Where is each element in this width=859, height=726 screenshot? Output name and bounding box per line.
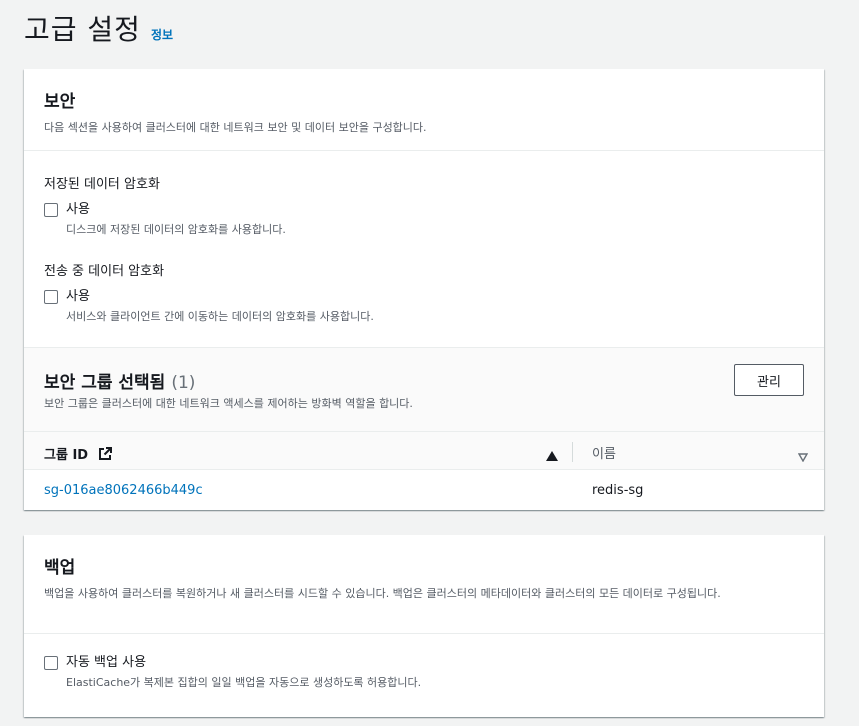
column-separator[interactable] — [572, 442, 573, 462]
encryption-in-transit-checkbox-label[interactable]: 사용 — [66, 289, 374, 305]
page-header: 고급 설정 정보 — [24, 8, 173, 48]
backup-panel-header: 백업 백업을 사용하여 클러스터를 복원하거나 새 클러스터를 시드할 수 있습… — [24, 535, 824, 601]
column-header-name[interactable]: 이름 — [592, 443, 616, 462]
column-header-group-id[interactable]: 그룹 ID — [44, 444, 113, 463]
security-group-name: redis-sg — [592, 483, 644, 498]
table-row: sg-016ae8062466b449c redis-sg — [24, 470, 824, 510]
divider — [24, 150, 824, 151]
auto-backup-checkbox[interactable] — [44, 656, 58, 670]
security-groups-header: 보안 그룹 선택됨 (1) 보안 그룹은 클러스터에 대한 네트워크 액세스를 … — [24, 347, 824, 431]
security-groups-description: 보안 그룹은 클러스터에 대한 네트워크 액세스를 제어하는 방화벽 역할을 합… — [44, 397, 413, 410]
external-link-icon[interactable] — [98, 446, 113, 461]
info-link[interactable]: 정보 — [151, 26, 173, 43]
encryption-in-transit-checkbox-desc: 서비스와 클라이언트 간에 이동하는 데이터의 암호화를 사용합니다. — [66, 310, 374, 323]
encryption-at-rest-checkbox-desc: 디스크에 저장된 데이터의 암호화를 사용합니다. — [66, 223, 286, 236]
encryption-in-transit-option[interactable]: 사용 서비스와 클라이언트 간에 이동하는 데이터의 암호화를 사용합니다. — [44, 289, 374, 324]
security-groups-title-row: 보안 그룹 선택됨 (1) — [44, 368, 195, 393]
table-header: 그룹 ID 이름 — [24, 431, 824, 470]
backup-panel: 백업 백업을 사용하여 클러스터를 복원하거나 새 클러스터를 시드할 수 있습… — [24, 535, 824, 717]
page-title: 고급 설정 — [24, 13, 141, 46]
security-group-id-link[interactable]: sg-016ae8062466b449c — [44, 483, 203, 498]
sort-descending-icon[interactable] — [797, 447, 809, 463]
auto-backup-field: 자동 백업 사용 ElastiCache가 복제본 집합의 일일 백업을 자동으… — [44, 645, 421, 690]
security-groups-title: 보안 그룹 선택됨 — [44, 373, 166, 393]
security-description: 다음 섹션을 사용하여 클러스터에 대한 네트워크 보안 및 데이터 보안을 구… — [44, 121, 427, 134]
security-title: 보안 — [44, 92, 76, 112]
security-panel-header: 보안 다음 섹션을 사용하여 클러스터에 대한 네트워크 보안 및 데이터 보안… — [24, 69, 824, 135]
security-groups-count: (1) — [171, 373, 196, 393]
auto-backup-checkbox-label[interactable]: 자동 백업 사용 — [66, 655, 421, 671]
column-header-group-id-label[interactable]: 그룹 ID — [44, 444, 88, 463]
auto-backup-checkbox-desc: ElastiCache가 복제본 집합의 일일 백업을 자동으로 생성하도록 허… — [66, 676, 422, 689]
encryption-in-transit-label: 전송 중 데이터 암호화 — [44, 264, 165, 279]
manage-button[interactable]: 관리 — [734, 364, 804, 396]
divider — [24, 633, 824, 634]
encryption-at-rest-option[interactable]: 사용 디스크에 저장된 데이터의 암호화를 사용합니다. — [44, 202, 286, 237]
backup-description: 백업을 사용하여 클러스터를 복원하거나 새 클러스터를 시드할 수 있습니다.… — [44, 587, 721, 600]
auto-backup-option[interactable]: 자동 백업 사용 ElastiCache가 복제본 집합의 일일 백업을 자동으… — [44, 655, 421, 690]
backup-title: 백업 — [44, 558, 76, 578]
encryption-at-rest-checkbox[interactable] — [44, 203, 58, 217]
encryption-at-rest-label: 저장된 데이터 암호화 — [44, 177, 160, 192]
security-panel: 보안 다음 섹션을 사용하여 클러스터에 대한 네트워크 보안 및 데이터 보안… — [24, 69, 824, 510]
encryption-at-rest-checkbox-label[interactable]: 사용 — [66, 202, 286, 218]
sort-ascending-icon[interactable] — [546, 446, 558, 461]
encryption-at-rest-field: 저장된 데이터 암호화 사용 디스크에 저장된 데이터의 암호화를 사용합니다. — [44, 173, 286, 237]
encryption-in-transit-checkbox[interactable] — [44, 290, 58, 304]
encryption-in-transit-field: 전송 중 데이터 암호화 사용 서비스와 클라이언트 간에 이동하는 데이터의 … — [44, 260, 374, 324]
